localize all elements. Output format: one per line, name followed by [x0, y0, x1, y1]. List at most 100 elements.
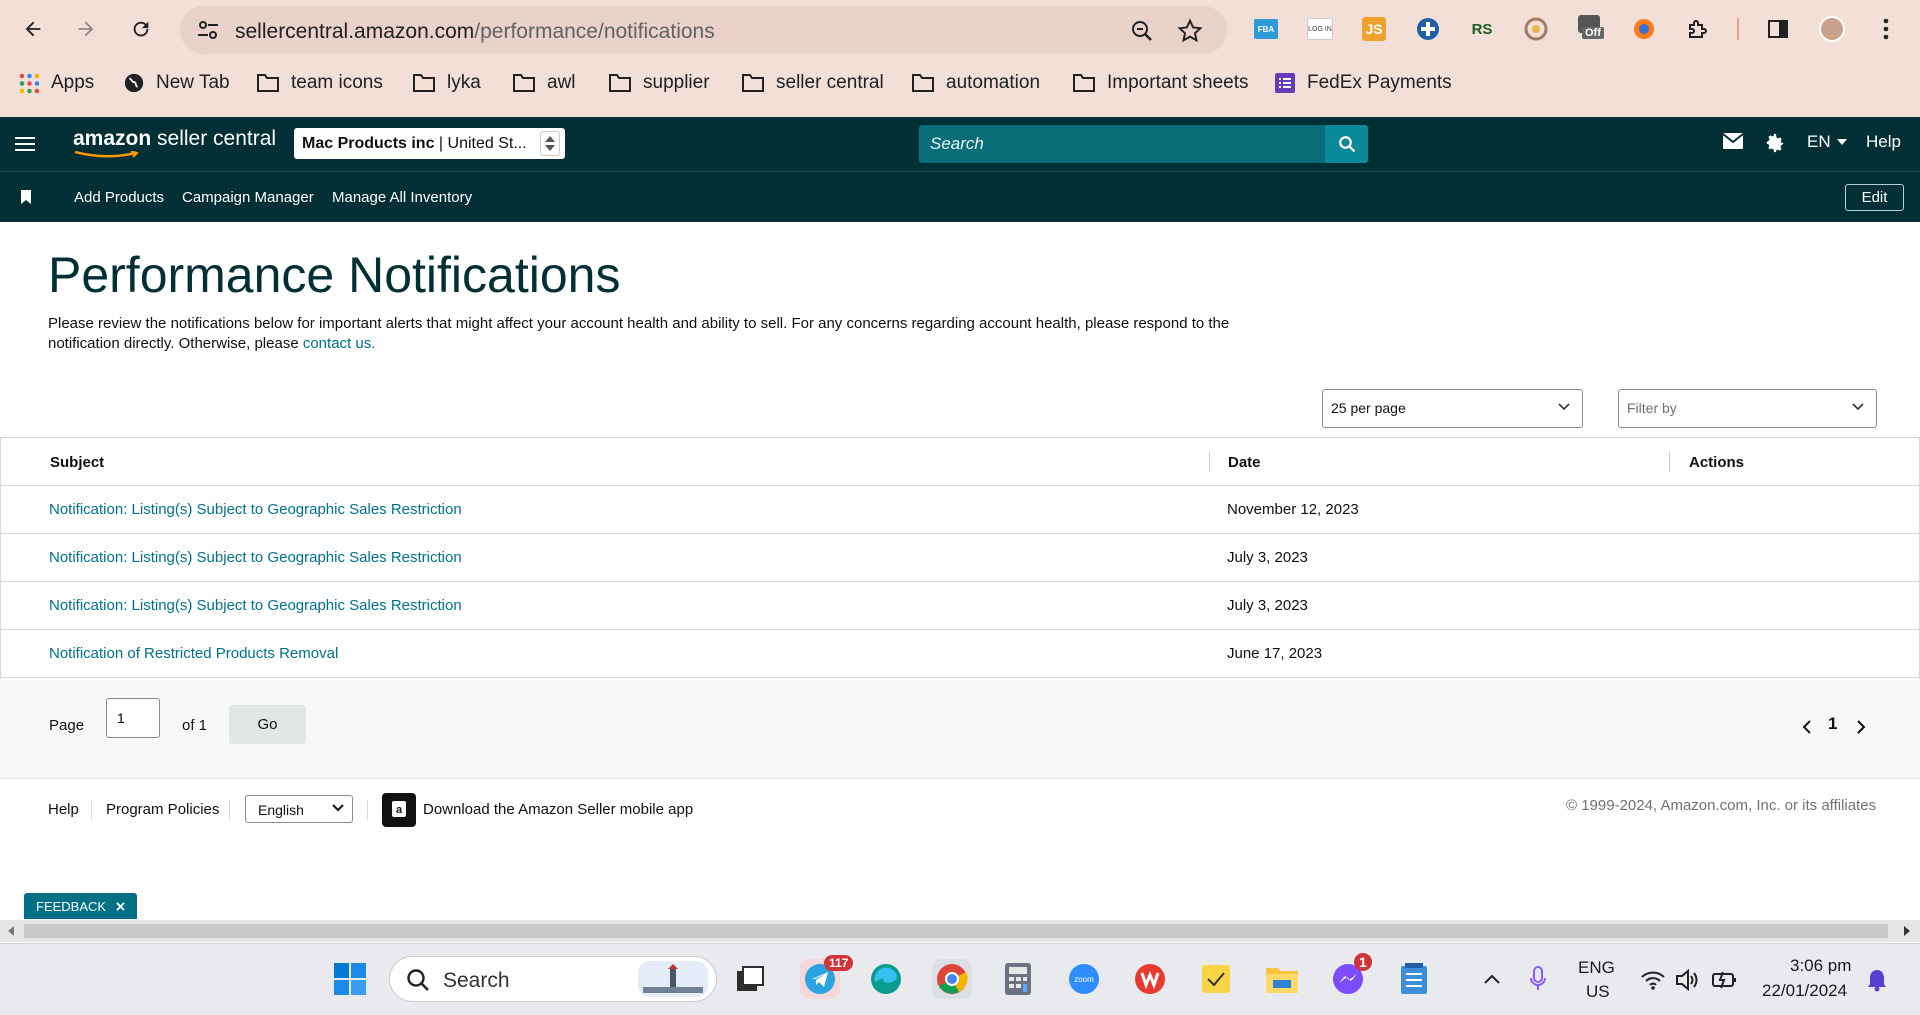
file-explorer-app-icon[interactable] [1262, 959, 1302, 999]
back-arrow-icon [25, 21, 41, 37]
scroll-right-icon[interactable] [1903, 926, 1911, 936]
subnav-campaign-manager[interactable]: Campaign Manager [182, 189, 314, 206]
login-extension-icon[interactable]: LOG IN [1306, 15, 1334, 43]
scrollbar-thumb[interactable] [24, 924, 1888, 938]
search-input[interactable] [919, 125, 1325, 163]
taskbar-search[interactable]: Search [389, 956, 717, 1002]
help-link[interactable]: Help [1866, 132, 1901, 152]
start-button[interactable] [330, 959, 370, 999]
bookmark-awl[interactable]: awl [512, 72, 576, 94]
chevron-left-icon[interactable] [1802, 720, 1812, 734]
bookmark-lyka[interactable]: lyka [412, 72, 481, 94]
bookmark-new-tab[interactable]: New Tab [123, 72, 230, 94]
footer-language-select[interactable]: English [245, 795, 353, 823]
address-bar[interactable]: sellercentral.amazon.com/performance/not… [180, 6, 1227, 54]
subnav-add-products[interactable]: Add Products [74, 189, 164, 206]
column-header-subject[interactable]: Subject [50, 454, 104, 471]
settings-button[interactable] [1764, 132, 1786, 154]
edge-app-icon[interactable] [866, 959, 906, 999]
bookmark-automation[interactable]: automation [911, 72, 1040, 94]
filter-by-select[interactable]: Filter by [1618, 389, 1877, 428]
forward-button[interactable] [70, 13, 102, 45]
notepad-app-icon[interactable] [1394, 959, 1434, 999]
zoom-icon[interactable] [1130, 19, 1154, 43]
bookmark-star-icon[interactable] [1177, 18, 1203, 44]
account-switcher[interactable]: Mac Products inc | United St... [294, 128, 565, 159]
chrome-extension-icon[interactable] [1522, 15, 1550, 43]
cross-extension-icon[interactable] [1414, 15, 1442, 43]
seller-central-logo[interactable]: amazon seller central [73, 127, 276, 151]
notifications-table: Subject Date Actions Notification: Listi… [0, 437, 1920, 678]
page-number-input[interactable] [106, 698, 160, 738]
rs-extension-icon[interactable]: RS [1468, 15, 1496, 43]
input-language-bottom[interactable]: US [1586, 982, 1610, 1002]
extensions-puzzle-icon[interactable] [1684, 15, 1712, 43]
off-extension-icon[interactable]: Off [1576, 15, 1604, 43]
chevron-up-icon[interactable] [1483, 973, 1501, 985]
messages-button[interactable] [1722, 132, 1744, 150]
scroll-left-icon[interactable] [7, 926, 15, 936]
side-panel-icon[interactable] [1764, 15, 1792, 43]
subnav-manage-all-inventory[interactable]: Manage All Inventory [332, 189, 472, 206]
edit-button[interactable]: Edit [1845, 184, 1904, 211]
search-icon [407, 969, 429, 991]
language-selector[interactable]: EN [1807, 132, 1847, 152]
chevron-right-icon[interactable] [1856, 720, 1866, 734]
apps-grid-icon [19, 73, 40, 93]
notification-bell-icon[interactable] [1866, 968, 1888, 992]
messenger-app-icon[interactable]: 1 [1328, 953, 1372, 999]
sticky-notes-app-icon[interactable] [1196, 959, 1236, 999]
footer-help-link[interactable]: Help [48, 801, 79, 818]
amazon-app-icon[interactable]: a [382, 793, 416, 827]
fba-extension-icon[interactable]: FBA [1252, 15, 1280, 43]
clock-time[interactable]: 3:06 pm [1790, 956, 1851, 976]
go-button[interactable]: Go [229, 705, 306, 744]
footer-program-policies-link[interactable]: Program Policies [106, 801, 219, 818]
feedback-button[interactable]: FEEDBACK [24, 893, 137, 919]
bookmark-icon[interactable] [21, 190, 31, 204]
bookmark-important-sheets[interactable]: Important sheets [1072, 72, 1249, 94]
bookmark-fedex-payments[interactable]: FedEx Payments [1274, 72, 1452, 94]
per-page-select[interactable]: 25 per page [1322, 389, 1583, 428]
bookmark-team-icons[interactable]: team icons [256, 72, 383, 94]
bookmark-supplier[interactable]: supplier [608, 72, 710, 94]
notification-subject-link[interactable]: Notification: Listing(s) Subject to Geog… [49, 597, 462, 614]
microphone-icon[interactable] [1529, 966, 1547, 992]
clock-date[interactable]: 22/01/2024 [1762, 981, 1847, 1001]
download-app-link[interactable]: Download the Amazon Seller mobile app [423, 801, 693, 818]
browser-menu-icon[interactable] [1872, 15, 1900, 43]
firefox-extension-icon[interactable] [1630, 15, 1658, 43]
seller-central-header: amazon seller central Mac Products inc |… [0, 117, 1920, 171]
horizontal-scrollbar[interactable] [0, 920, 1920, 942]
zoom-app-icon[interactable]: zoom [1064, 959, 1104, 999]
search-field[interactable] [919, 125, 1325, 163]
column-header-date[interactable]: Date [1228, 454, 1261, 471]
bookmark-seller-central[interactable]: seller central [741, 72, 884, 94]
notification-subject-link[interactable]: Notification of Restricted Products Remo… [49, 645, 338, 662]
kebab-icon [1883, 18, 1889, 40]
input-language-top[interactable]: ENG [1578, 958, 1615, 978]
notification-subject-link[interactable]: Notification: Listing(s) Subject to Geog… [49, 549, 462, 566]
hamburger-menu-icon[interactable] [14, 133, 36, 155]
wps-app-icon[interactable] [1130, 959, 1170, 999]
js-extension-icon[interactable]: JS [1360, 15, 1388, 43]
search-button[interactable] [1325, 125, 1368, 163]
close-icon[interactable] [115, 902, 125, 911]
profile-avatar[interactable] [1818, 15, 1846, 43]
logo-word: amazon [73, 127, 152, 150]
volume-icon[interactable] [1675, 968, 1701, 992]
search-icon [1338, 136, 1355, 153]
battery-icon[interactable] [1711, 968, 1737, 990]
calculator-app-icon[interactable] [998, 959, 1038, 999]
task-view-icon[interactable] [730, 959, 770, 999]
telegram-app-icon[interactable]: 117 [800, 955, 854, 999]
chrome-app-icon[interactable] [932, 959, 972, 999]
back-button[interactable] [17, 13, 49, 45]
notification-subject-link[interactable]: Notification: Listing(s) Subject to Geog… [49, 501, 462, 518]
svg-text:zoom: zoom [1074, 975, 1094, 984]
bookmark-apps[interactable]: Apps [19, 72, 94, 94]
contact-us-link[interactable]: contact us. [303, 335, 376, 352]
reload-button[interactable] [125, 13, 157, 45]
account-switcher-toggle[interactable] [540, 131, 560, 156]
wifi-icon[interactable] [1640, 969, 1666, 991]
